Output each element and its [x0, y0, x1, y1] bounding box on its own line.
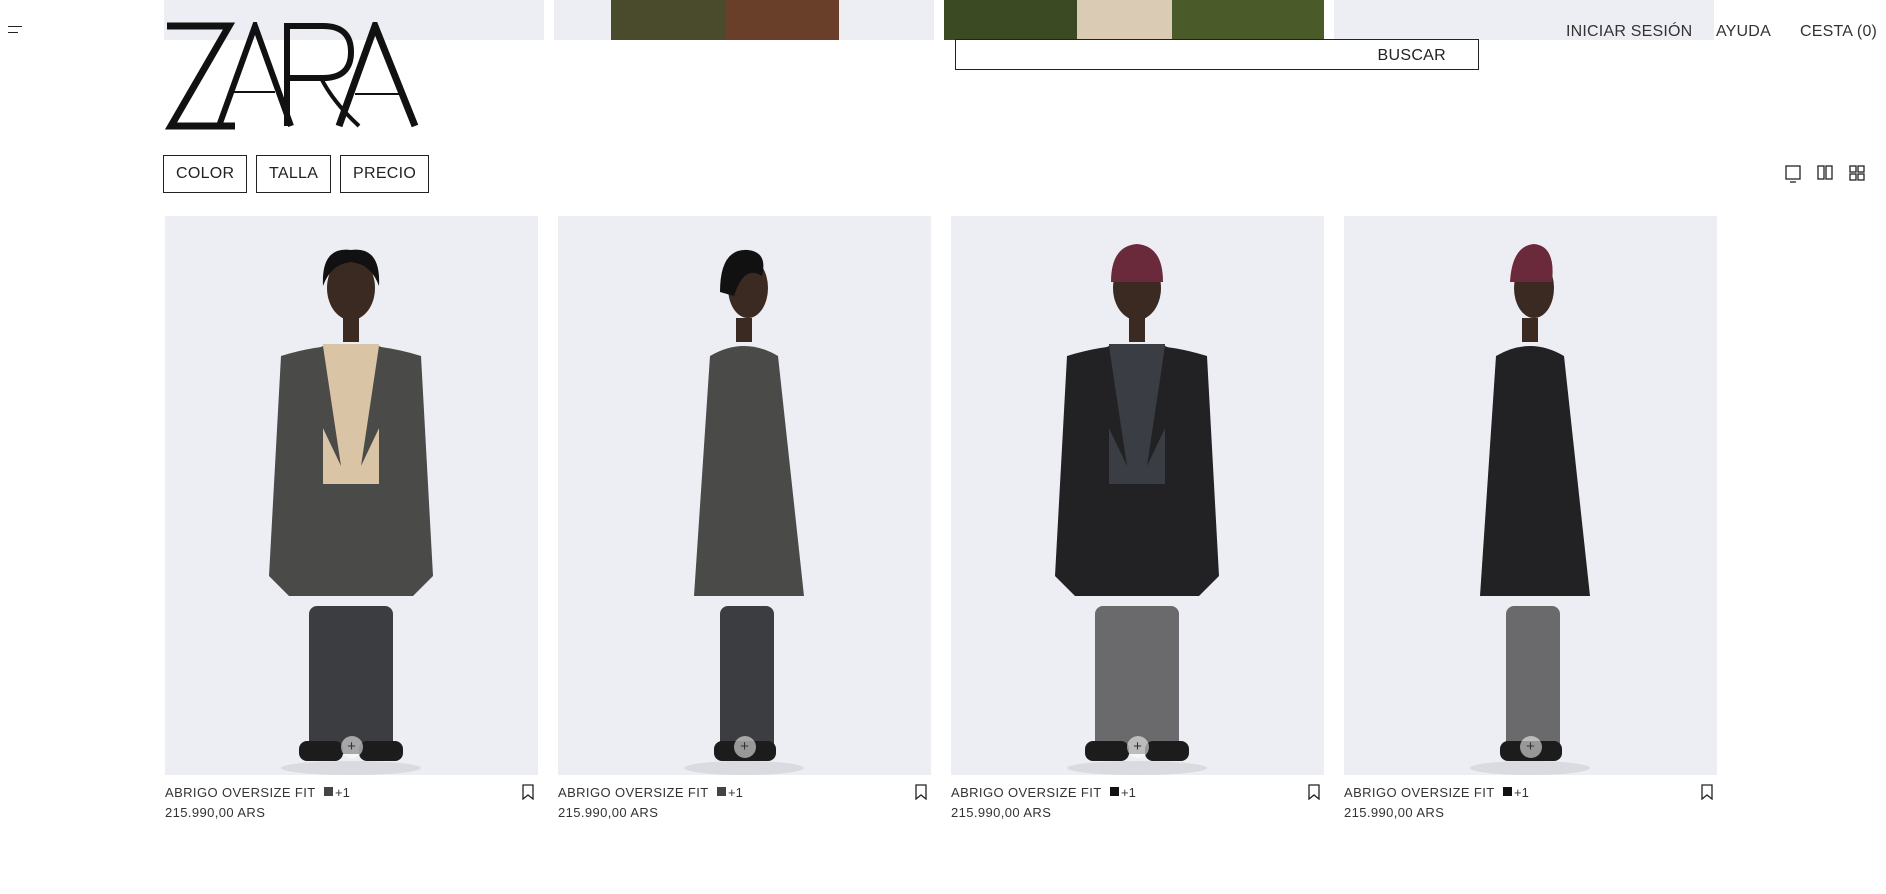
- product-price: 215.990,00 ARS: [1344, 805, 1445, 820]
- floor-shadow: [1067, 761, 1207, 775]
- floor-shadow: [684, 761, 804, 775]
- top-image-strip-2: [554, 0, 934, 40]
- left-shoe: [1085, 741, 1129, 761]
- zara-logo[interactable]: [163, 16, 423, 130]
- beanie: [1111, 244, 1163, 282]
- color-swatch[interactable]: [1110, 787, 1119, 796]
- product-name[interactable]: ABRIGO OVERSIZE FIT: [165, 785, 316, 800]
- more-colors-count: +1: [1121, 785, 1136, 800]
- filter-price-button[interactable]: PRECIO: [340, 155, 430, 193]
- single-view-icon[interactable]: [1785, 165, 1801, 183]
- neck: [1129, 318, 1145, 342]
- color-swatch[interactable]: [717, 787, 726, 796]
- bookmark-icon[interactable]: [1701, 784, 1713, 800]
- coat: [694, 346, 804, 596]
- grid-view-icon[interactable]: [1849, 165, 1865, 181]
- zara-logo-wordmark: [164, 16, 419, 130]
- add-to-cart-icon[interactable]: +: [1519, 736, 1542, 758]
- bookmark-icon[interactable]: [915, 784, 927, 800]
- product-card[interactable]: + ABRIGO OVERSIZE FIT +1 215.990,00 ARS: [558, 216, 931, 833]
- left-shoe: [299, 741, 343, 761]
- help-link[interactable]: AYUDA: [1716, 23, 1771, 41]
- search-label: BUSCAR: [1377, 47, 1446, 64]
- product-image[interactable]: +: [1344, 216, 1717, 775]
- filter-color-button[interactable]: COLOR: [163, 155, 248, 193]
- beanie: [1510, 244, 1553, 282]
- neck: [343, 318, 359, 342]
- floor-shadow: [1470, 761, 1590, 775]
- top-image-strip-3: [944, 0, 1324, 40]
- coat: [1480, 346, 1590, 596]
- product-image[interactable]: +: [558, 216, 931, 775]
- add-to-cart-icon[interactable]: +: [340, 736, 363, 758]
- bookmark-icon[interactable]: [522, 784, 534, 800]
- product-image[interactable]: +: [165, 216, 538, 775]
- floor-shadow: [281, 761, 421, 775]
- more-colors-count: +1: [1514, 785, 1529, 800]
- menu-icon[interactable]: [8, 26, 22, 38]
- login-link[interactable]: INICIAR SESIÓN: [1566, 23, 1692, 41]
- pants: [720, 606, 774, 754]
- color-swatch[interactable]: [324, 787, 333, 796]
- product-name[interactable]: ABRIGO OVERSIZE FIT: [1344, 785, 1495, 800]
- product-card[interactable]: + ABRIGO OVERSIZE FIT +1 215.990,00 ARS: [165, 216, 538, 833]
- add-to-cart-icon[interactable]: +: [733, 736, 756, 758]
- cart-link[interactable]: CESTA (0): [1800, 23, 1877, 41]
- neck: [736, 318, 752, 342]
- right-shoe: [1145, 741, 1189, 761]
- neck: [1522, 318, 1538, 342]
- product-name[interactable]: ABRIGO OVERSIZE FIT: [558, 785, 709, 800]
- product-price: 215.990,00 ARS: [558, 805, 659, 820]
- color-swatch[interactable]: [1503, 787, 1512, 796]
- more-colors-count: +1: [335, 785, 350, 800]
- bookmark-icon[interactable]: [1308, 784, 1320, 800]
- product-name[interactable]: ABRIGO OVERSIZE FIT: [951, 785, 1102, 800]
- pants: [1095, 606, 1179, 754]
- search-input[interactable]: BUSCAR: [955, 39, 1479, 70]
- right-shoe: [359, 741, 403, 761]
- filter-size-button[interactable]: TALLA: [256, 155, 332, 193]
- product-image[interactable]: +: [951, 216, 1324, 775]
- product-card[interactable]: + ABRIGO OVERSIZE FIT +1 215.990,00 ARS: [951, 216, 1324, 833]
- pants: [309, 606, 393, 754]
- product-price: 215.990,00 ARS: [951, 805, 1052, 820]
- pants: [1506, 606, 1560, 754]
- product-price: 215.990,00 ARS: [165, 805, 266, 820]
- more-colors-count: +1: [728, 785, 743, 800]
- two-column-view-icon[interactable]: [1817, 165, 1833, 181]
- product-card[interactable]: + ABRIGO OVERSIZE FIT +1 215.990,00 ARS: [1344, 216, 1717, 833]
- add-to-cart-icon[interactable]: +: [1126, 736, 1149, 758]
